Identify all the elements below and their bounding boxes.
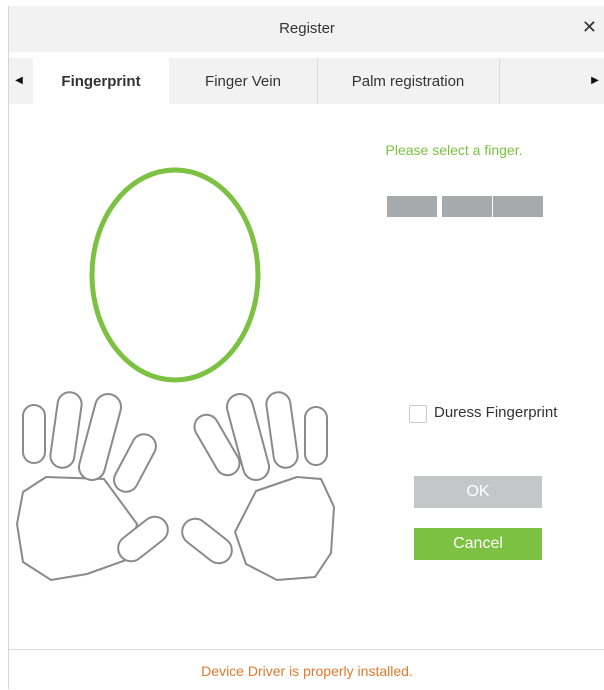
dialog-footer: Device Driver is properly installed.: [9, 649, 604, 690]
progress-slot: [493, 196, 543, 217]
right-hand-palm: [233, 475, 336, 582]
right-thumb[interactable]: [177, 514, 237, 569]
left-middle-finger[interactable]: [76, 391, 124, 483]
duress-fingerprint-checkbox[interactable]: [409, 405, 427, 423]
fingerprint-panel: Please select a finger. Duress Fingerpri…: [9, 104, 604, 649]
left-ring-finger[interactable]: [49, 391, 83, 470]
ok-button[interactable]: OK: [414, 476, 542, 508]
right-ring-finger[interactable]: [265, 391, 299, 470]
finger-selection-area: [15, 167, 336, 582]
cancel-button[interactable]: Cancel: [414, 528, 542, 560]
tab-scroll-left-icon[interactable]: ◀: [9, 58, 29, 104]
tab-finger-vein[interactable]: Finger Vein: [169, 58, 318, 104]
finger-prompt: Please select a finger.: [385, 142, 523, 158]
tab-scroll-right-icon[interactable]: ▶: [585, 58, 604, 104]
dialog-titlebar: Register ✕: [9, 6, 604, 52]
tab-bar: ◀ Fingerprint Finger Vein Palm registrat…: [9, 58, 604, 106]
left-hand-palm: [15, 475, 139, 582]
progress-slot: [442, 196, 492, 217]
right-little-finger[interactable]: [304, 406, 328, 466]
close-icon[interactable]: ✕: [582, 17, 597, 38]
left-little-finger[interactable]: [22, 404, 46, 464]
tab-fingerprint[interactable]: Fingerprint: [33, 58, 169, 106]
tab-palm-registration[interactable]: Palm registration: [317, 58, 500, 104]
fingerprint-capture-oval: [89, 167, 261, 383]
register-dialog: Register ✕ ◀ Fingerprint Finger Vein Pal…: [8, 6, 604, 690]
driver-status-text: Device Driver is properly installed.: [201, 663, 413, 679]
duress-fingerprint-label: Duress Fingerprint: [434, 404, 558, 421]
left-index-finger[interactable]: [110, 430, 160, 496]
progress-slot: [387, 196, 437, 217]
dialog-title: Register: [279, 20, 335, 37]
